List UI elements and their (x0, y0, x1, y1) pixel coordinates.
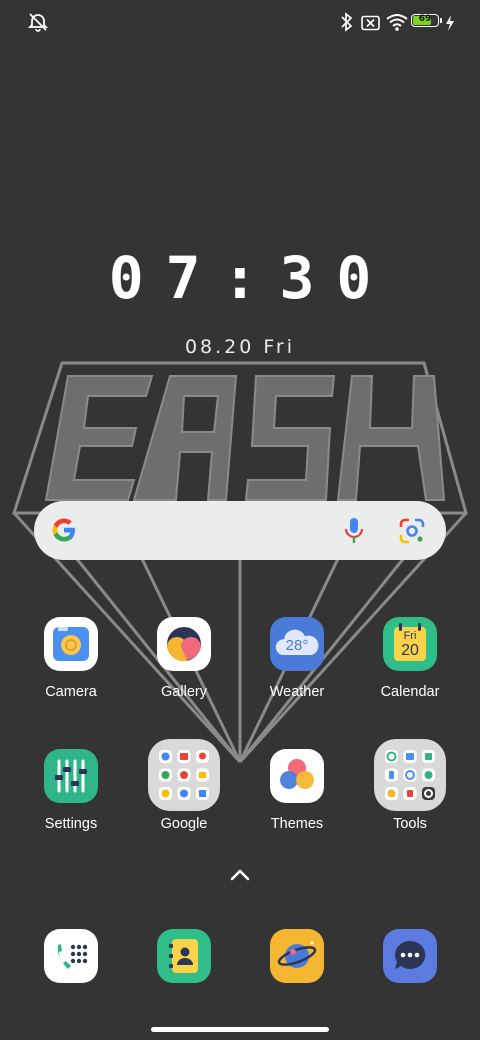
calendar-app-icon[interactable]: Fri 20 (383, 617, 437, 671)
home-indicator[interactable] (151, 1027, 329, 1032)
app-themes[interactable]: Themes (241, 749, 353, 853)
clock-date[interactable]: 08.20 Fri (0, 336, 480, 358)
calendar-date: 20 (401, 642, 419, 659)
app-label: Gallery (161, 684, 207, 700)
alarm-off-icon (28, 13, 48, 32)
microphone-icon[interactable] (343, 517, 365, 545)
google-search-bar[interactable] (34, 501, 446, 560)
phone-app-icon[interactable] (44, 929, 98, 983)
google-g-icon[interactable] (50, 516, 78, 544)
themes-app-icon[interactable] (270, 749, 324, 803)
weather-app-icon[interactable]: 28° (270, 617, 324, 671)
browser-app-icon[interactable] (270, 929, 324, 983)
weather-temperature: 28° (285, 637, 309, 654)
bluetooth-icon (341, 12, 353, 32)
app-label: Tools (393, 816, 427, 832)
battery-tip (440, 18, 442, 23)
no-sim-icon (361, 15, 380, 31)
wifi-icon (386, 14, 408, 31)
app-label: Weather (269, 684, 325, 700)
app-folder-tools[interactable]: Tools (354, 739, 466, 843)
charging-bolt-icon (446, 15, 454, 31)
app-settings[interactable]: Settings (15, 749, 127, 853)
app-label: Calendar (380, 684, 440, 700)
contacts-app-icon[interactable] (157, 929, 211, 983)
settings-app-icon[interactable] (44, 749, 98, 803)
battery-icon: 69 (411, 14, 439, 27)
app-folder-google[interactable]: Google (128, 739, 240, 843)
messages-app-icon[interactable] (383, 929, 437, 983)
app-label: Camera (45, 684, 97, 700)
camera-app-icon[interactable] (44, 617, 98, 671)
app-label: Google (160, 816, 208, 832)
app-label: Themes (270, 816, 324, 832)
chevron-up-icon[interactable] (229, 867, 251, 883)
clock-time[interactable]: 07:30 (0, 244, 480, 312)
battery-level: 69 (418, 14, 432, 24)
app-camera[interactable]: Camera (15, 617, 127, 721)
lens-camera-icon[interactable] (399, 518, 425, 544)
app-calendar[interactable]: Fri 20 Calendar (354, 617, 466, 721)
app-gallery[interactable]: Gallery (128, 617, 240, 721)
app-label: Settings (44, 816, 98, 832)
calendar-day: Fri (403, 630, 417, 642)
gallery-app-icon[interactable] (157, 617, 211, 671)
google-folder-icon[interactable] (148, 739, 220, 811)
app-weather[interactable]: 28° Weather (241, 617, 353, 721)
tools-folder-icon[interactable] (374, 739, 446, 811)
